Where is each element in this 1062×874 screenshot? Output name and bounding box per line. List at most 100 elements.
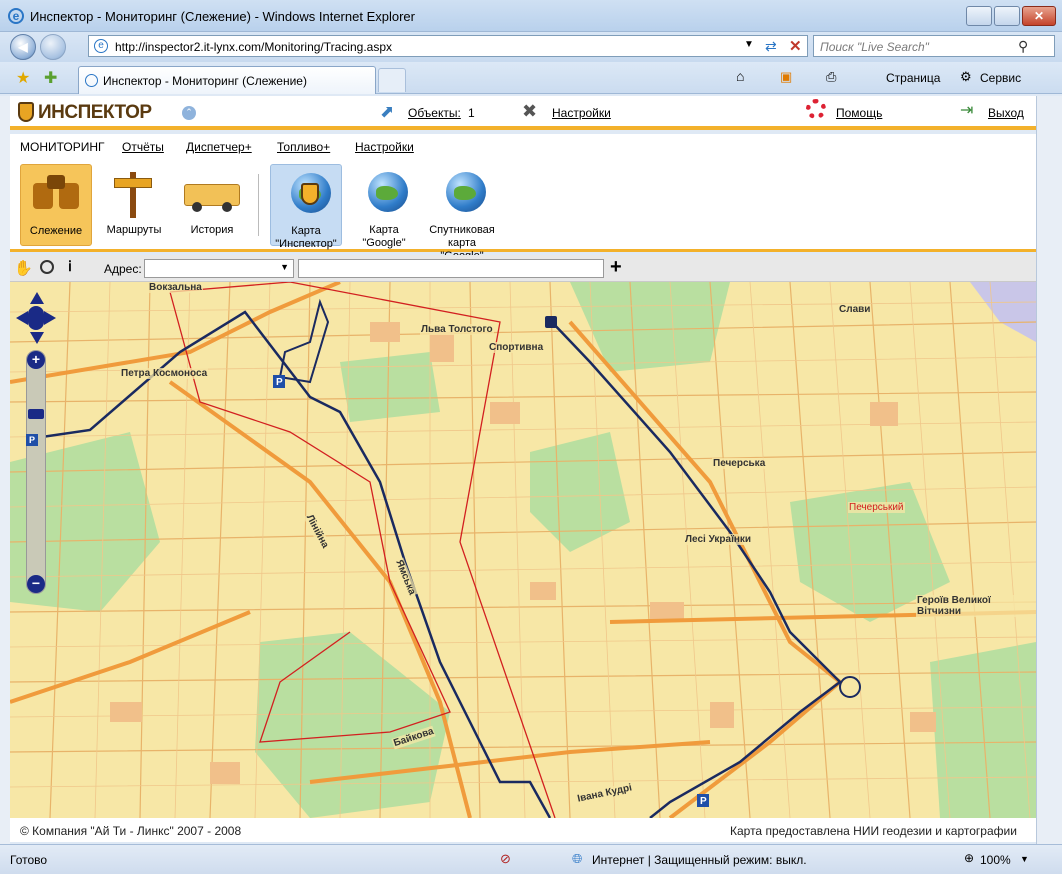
globe-icon <box>446 172 486 212</box>
map-pan-control[interactable] <box>16 292 56 344</box>
map-toolbar: ✋ ⅰ Адрес: ▼ + <box>10 255 1036 282</box>
objects-icon: ⬈ <box>380 102 395 121</box>
menu-dispatcher[interactable]: Диспетчер+ <box>186 140 252 154</box>
tool-history[interactable]: История <box>176 164 248 246</box>
favorites-star-icon[interactable]: ★ <box>16 68 30 88</box>
search-icon[interactable]: ⚲ <box>1018 38 1028 55</box>
vertical-scrollbar[interactable] <box>1036 96 1062 844</box>
collapse-icon[interactable]: ⌃ <box>182 106 196 120</box>
tool-map-google[interactable]: Карта "Google" <box>348 164 420 249</box>
rss-icon[interactable]: ▣ <box>780 69 792 85</box>
parking-marker-icon: P <box>26 434 38 446</box>
zoom-in-button[interactable]: + <box>27 351 45 369</box>
gear-icon: ⚙ <box>960 69 972 84</box>
forward-button[interactable] <box>40 34 66 60</box>
add-address-button[interactable]: + <box>610 256 622 279</box>
menu-monitoring[interactable]: МОНИТОРИНГ <box>20 140 105 154</box>
address-input[interactable] <box>298 259 604 278</box>
tools-menu[interactable]: Сервис <box>980 71 1021 85</box>
map-label-vokzalna: Вокзальна <box>148 282 203 293</box>
close-button[interactable]: ✕ <box>1022 6 1056 26</box>
refresh-icon[interactable]: ⇄ <box>765 38 777 55</box>
url-text: http://inspector2.it-lynx.com/Monitoring… <box>115 40 393 54</box>
tool-tracking-label: Слежение <box>29 225 83 237</box>
url-input[interactable]: e http://inspector2.it-lynx.com/Monitori… <box>88 35 808 57</box>
zoom-icon: ⊕ <box>964 851 975 865</box>
objects-link[interactable]: Объекты: <box>408 106 461 120</box>
map-label-petra-kosmonosa: Петра Космоноса <box>120 368 209 379</box>
tool-map-google-label: Карта "Google" <box>362 224 406 249</box>
minimize-button[interactable] <box>966 6 992 26</box>
stop-icon[interactable]: ✕ <box>789 37 802 55</box>
tab-page-icon <box>85 74 98 87</box>
tool-tracking[interactable]: Слежение <box>20 164 92 246</box>
tool-history-label: История <box>190 224 234 236</box>
status-ready: Готово <box>10 853 48 867</box>
globe-icon <box>368 172 408 212</box>
tool-panel: Слежение Маршруты История Карта "Инспект… <box>10 160 1036 262</box>
app-logo: ИНСПЕКТОР <box>38 102 152 123</box>
exit-link[interactable]: Выход <box>988 106 1024 120</box>
shield-overlay <box>301 183 319 205</box>
page-menu[interactable]: Страница <box>886 71 940 85</box>
lifebuoy-icon <box>806 99 826 119</box>
status-bar: Готово ⊘ 🌐︎ Интернет | Защищенный режим:… <box>0 844 1062 874</box>
tool-map-inspector[interactable]: Карта "Инспектор" <box>270 164 342 250</box>
tab-title: Инспектор - Мониторинг (Слежение) <box>103 74 307 88</box>
shield-logo-icon <box>18 102 34 122</box>
menu-reports[interactable]: Отчёты <box>122 140 164 154</box>
print-icon[interactable]: ⎙ <box>826 69 836 85</box>
hand-icon[interactable]: ✋ <box>14 259 33 277</box>
zoom-slider[interactable]: + − <box>26 350 46 594</box>
truck-wheel <box>222 202 232 212</box>
truck-wheel <box>192 202 202 212</box>
map-label-pecherskyi: Печерський <box>848 502 905 513</box>
map-canvas[interactable]: P P Вокзальна Льва Толстого Спортивна Сл… <box>10 282 1036 818</box>
settings-link[interactable]: Настройки <box>552 106 611 120</box>
address-row: ◀ e http://inspector2.it-lynx.com/Monito… <box>0 32 1062 62</box>
status-zoom[interactable]: 100% <box>980 853 1011 867</box>
wrench-icon: ✖ <box>522 101 538 121</box>
window-title: Инспектор - Мониторинг (Слежение) - Wind… <box>30 9 415 24</box>
map-label-pecherska: Печерська <box>712 458 767 469</box>
help-link[interactable]: Помощь <box>836 106 882 120</box>
search-placeholder: Поиск "Live Search" <box>820 40 929 54</box>
search-input[interactable]: Поиск "Live Search" ⚲ <box>813 35 1055 57</box>
window-title-bar: e Инспектор - Мониторинг (Слежение) - Wi… <box>0 0 1062 32</box>
page-footer: © Компания "Ай Ти - Линкс" 2007 - 2008 К… <box>10 818 1036 842</box>
maximize-button[interactable] <box>994 6 1020 26</box>
menu-settings[interactable]: Настройки <box>355 140 414 154</box>
tool-routes[interactable]: Маршруты <box>98 164 170 246</box>
main-menu: МОНИТОРИНГ Отчёты Диспетчер+ Топливо+ На… <box>10 134 1036 160</box>
map-graphic: P P <box>10 282 1036 818</box>
tool-map-inspector-label: Карта "Инспектор" <box>275 225 337 250</box>
map-label-heroiv: Героїв Великої Вітчизни <box>916 595 1036 617</box>
copyright-text: © Компания "Ай Ти - Линкс" 2007 - 2008 <box>20 824 242 838</box>
address-select[interactable]: ▼ <box>144 259 294 278</box>
back-button[interactable]: ◀ <box>10 34 36 60</box>
zoom-out-button[interactable]: − <box>27 575 45 593</box>
url-dropdown-icon[interactable]: ▼ <box>744 39 754 50</box>
tab-row: ★ ✚ Инспектор - Мониторинг (Слежение) ⌂ … <box>0 62 1062 94</box>
internet-globe-icon: 🌐︎ <box>572 851 583 866</box>
tool-routes-label: Маршруты <box>106 224 162 236</box>
map-label-sportyvna: Спортивна <box>488 342 545 353</box>
status-zone: Интернет | Защищенный режим: выкл. <box>592 853 807 867</box>
map-label-slavy: Слави <box>838 304 872 315</box>
blocked-popup-icon[interactable]: ⊘ <box>500 851 511 867</box>
zoom-handle[interactable] <box>28 409 44 419</box>
chevron-down-icon: ▼ <box>280 262 289 272</box>
add-favorite-icon[interactable]: ✚ <box>44 68 57 88</box>
tab-active[interactable]: Инспектор - Мониторинг (Слежение) <box>78 66 376 94</box>
tool-map-satellite[interactable]: Спутниковая карта "Google" <box>426 164 498 262</box>
zoom-target-icon[interactable] <box>40 260 54 274</box>
home-icon[interactable]: ⌂ <box>736 68 744 84</box>
menu-fuel[interactable]: Топливо+ <box>277 140 330 154</box>
address-label: Адрес: <box>104 262 142 276</box>
left-frame <box>0 96 10 844</box>
zoom-dropdown-icon[interactable]: ▼ <box>1020 854 1029 864</box>
map-label-lva-tolstogo: Льва Толстого <box>420 324 494 335</box>
svg-text:P: P <box>700 796 707 807</box>
info-icon[interactable]: ⅰ <box>68 258 72 275</box>
new-tab-button[interactable] <box>378 68 406 92</box>
